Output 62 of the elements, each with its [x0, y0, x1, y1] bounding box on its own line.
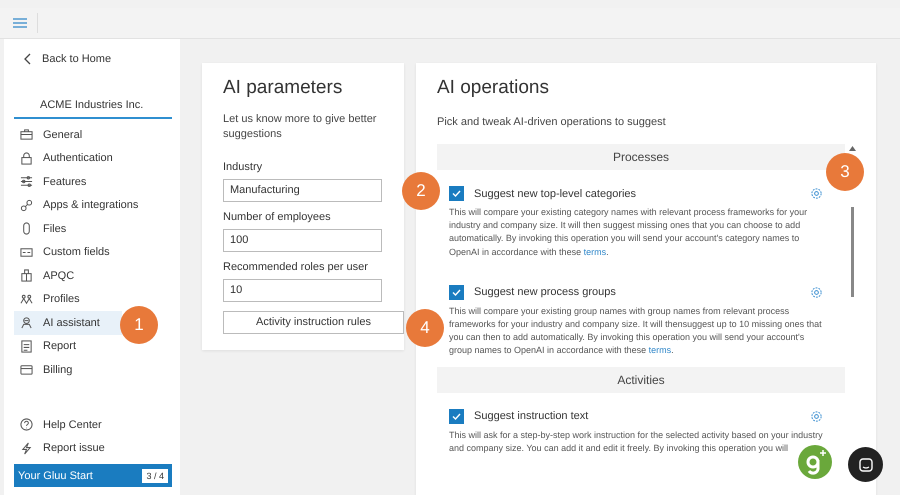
card-title: AI parameters	[223, 77, 344, 99]
section-header: Activities	[437, 366, 845, 393]
sidebar-item[interactable]: Files	[14, 217, 172, 240]
operation-description: This will compare your existing category names with relevant process frameworks for your industry and company size. It will then suggest missing ones that you can choose to add automatically. By invoking this operation you will send your account's category names to OpenAI in accordance with these terms.	[449, 206, 808, 259]
activity-rules-button[interactable]: Activity instruction rules	[223, 310, 404, 334]
sidebar-item[interactable]: Authentication	[14, 146, 172, 170]
operation-title: Suggest new process groups	[474, 286, 617, 298]
card-description: Let us know more to give better suggestions	[223, 112, 378, 142]
operation-description: This will ask for a step-by-step work instruction for the selected activity based on your industry and company size. You can add it and edit it freely. By invoking this operation you will	[449, 428, 823, 455]
field-label: Number of employees	[223, 210, 332, 223]
operation-title: Suggest new top-level categories	[474, 188, 638, 200]
paperclip-icon	[20, 222, 33, 236]
sidebar-item[interactable]: Custom fields	[14, 240, 172, 264]
progress-count: 3 / 4	[142, 468, 168, 482]
doc-icon	[20, 340, 33, 353]
wallet-icon	[20, 363, 33, 376]
sidebar-item[interactable]: Apps & integrations	[14, 194, 172, 217]
settings-icon[interactable]	[810, 187, 823, 200]
scrollbar-thumb[interactable]	[850, 207, 854, 298]
lock-icon	[20, 152, 33, 165]
sidebar-item[interactable]: AI assistant	[14, 311, 122, 334]
menu-icon[interactable]	[13, 18, 27, 28]
sidebar-item[interactable]: General	[14, 123, 172, 146]
field-label: Industry	[223, 160, 264, 173]
terms-link[interactable]: terms	[584, 246, 606, 257]
sliders-icon	[20, 175, 33, 188]
company-name: ACME Industries Inc.	[14, 65, 172, 119]
input-field[interactable]: 100	[223, 228, 382, 252]
checkbox[interactable]	[449, 408, 464, 424]
sidebar-item[interactable]: Billing	[14, 358, 172, 382]
chat-icon	[858, 458, 872, 472]
input-field[interactable]: Manufacturing	[223, 178, 382, 202]
checkbox[interactable]	[449, 284, 464, 300]
chevron-left-icon	[24, 53, 32, 65]
sidebar-link[interactable]: Report issue	[14, 436, 172, 460]
settings-icon[interactable]	[810, 410, 823, 423]
card-icon	[20, 246, 33, 259]
sidebar-item[interactable]: Features	[14, 170, 172, 194]
operation-title: Suggest instruction text	[474, 410, 590, 422]
input-field[interactable]: 10	[223, 278, 382, 302]
sidebar-item[interactable]: APQC	[14, 264, 172, 288]
terms-link[interactable]: terms	[648, 344, 672, 355]
operation-description: This will compare your existing group names with group names from relevant process frameworks for your industry and company size. It will thensuggest up to 10 missing ones that you can then to add automatically. By invoking this operation you will send your account's group names to OpenAI in accordance with these terms.	[449, 304, 823, 357]
sidebar-link[interactable]: Help Center	[14, 413, 172, 436]
onboarding-title: Your Gluu Start	[18, 470, 93, 482]
checkmark-icon	[452, 412, 461, 420]
settings-icon[interactable]	[810, 286, 823, 299]
card-title: AI operations	[437, 77, 550, 99]
card-description: Pick and tweak AI-driven operations to suggest	[437, 115, 667, 130]
help-icon	[20, 418, 33, 432]
onboarding-banner[interactable]: Your Gluu Start 3 / 4	[14, 464, 172, 487]
back-link[interactable]: Back to Home	[14, 39, 180, 65]
link-icon	[20, 198, 33, 212]
step-marker: 4	[406, 309, 444, 347]
checkbox[interactable]	[449, 186, 464, 202]
checkmark-icon	[452, 190, 461, 198]
box-icon	[20, 269, 33, 282]
people-icon	[20, 292, 33, 306]
checkmark-icon	[452, 288, 461, 296]
lightning-icon	[20, 442, 33, 455]
briefcase-icon	[20, 128, 33, 142]
field-label: Recommended roles per user	[223, 260, 369, 273]
